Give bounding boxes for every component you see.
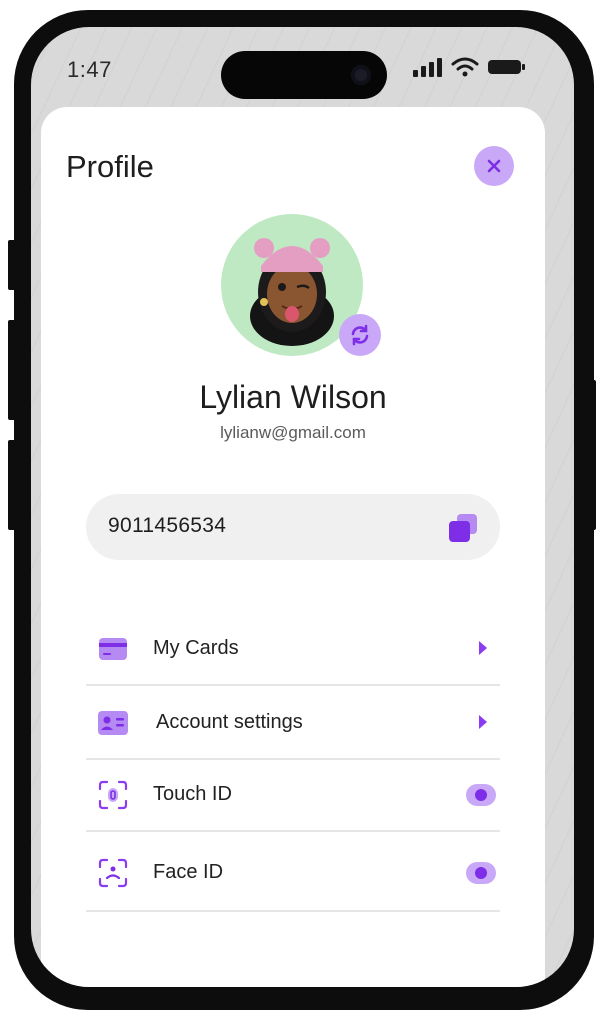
status-bar: 1:47 (31, 27, 574, 107)
menu-item-label: Face ID (153, 861, 224, 883)
signal-icon (413, 58, 442, 77)
card-icon (98, 634, 128, 664)
chevron-right-icon (478, 640, 488, 661)
toggle-knob (475, 789, 487, 801)
menu-item-my-cards[interactable]: My Cards (86, 612, 500, 686)
chevron-right-icon (478, 714, 488, 735)
fingerprint-icon (98, 780, 128, 810)
id-card-icon (98, 708, 128, 738)
user-name: Lylian Wilson (199, 379, 387, 415)
touch-id-toggle[interactable] (466, 784, 496, 806)
profile-card: Profile Lylian Wilson lylianw@gmail.com … (41, 107, 545, 987)
volume-down-button-2 (8, 440, 16, 530)
camera-icon (351, 65, 371, 85)
battery-icon (488, 60, 525, 74)
menu-item-touch-id[interactable]: Touch ID (86, 760, 500, 832)
face-id-toggle[interactable] (466, 862, 496, 884)
copy-icon (449, 514, 477, 542)
avatar-container (221, 214, 381, 356)
settings-menu: My Cards Account settings Touch ID Face … (86, 612, 500, 912)
menu-item-label: Account settings (156, 711, 303, 733)
face-id-icon (98, 858, 128, 888)
status-time: 1:47 (67, 57, 112, 82)
power-button (590, 380, 596, 530)
user-email: lylianw@gmail.com (220, 423, 366, 442)
phone-number: 9011456534 (108, 514, 227, 537)
phone-number-field: 9011456534 (86, 494, 500, 560)
close-button[interactable] (474, 146, 514, 186)
page-title: Profile (66, 149, 154, 184)
copy-button[interactable] (448, 513, 480, 548)
menu-item-face-id[interactable]: Face ID (86, 832, 500, 912)
toggle-knob (475, 867, 487, 879)
dynamic-island (221, 51, 387, 99)
close-icon (487, 159, 501, 173)
wifi-icon (451, 57, 479, 77)
menu-item-label: Touch ID (153, 783, 232, 805)
change-avatar-button[interactable] (339, 314, 381, 356)
status-icons (413, 57, 527, 77)
menu-item-label: My Cards (153, 637, 239, 659)
menu-item-account-settings[interactable]: Account settings (86, 686, 500, 760)
screen: 1:47 Profile Lylian Wilson lylianw@gmail… (31, 27, 574, 987)
volume-up-button (8, 240, 16, 290)
volume-down-button (8, 320, 16, 420)
refresh-icon (351, 324, 369, 346)
